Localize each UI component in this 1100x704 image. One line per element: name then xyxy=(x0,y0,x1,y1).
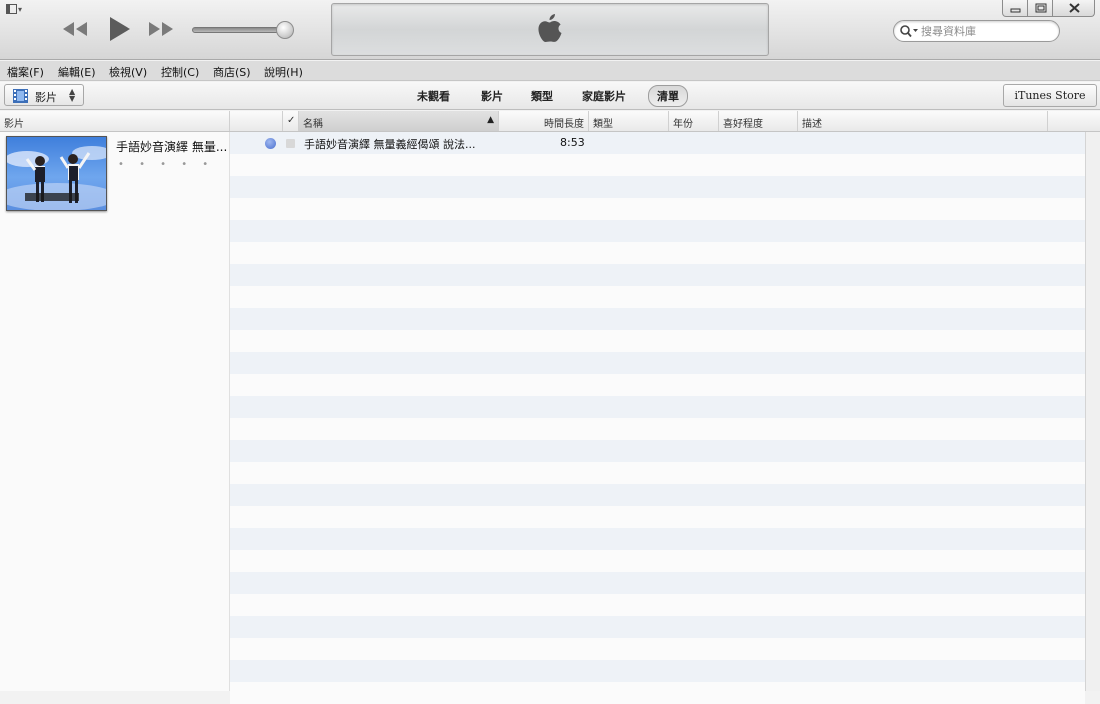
unplayed-dot-icon xyxy=(265,138,276,149)
column-rating[interactable]: 喜好程度 xyxy=(719,111,798,131)
empty-row xyxy=(230,198,1085,220)
empty-row xyxy=(230,660,1085,682)
fast-forward-icon xyxy=(149,22,173,36)
column-status[interactable] xyxy=(230,111,283,131)
empty-row xyxy=(230,286,1085,308)
play-icon xyxy=(110,17,130,41)
minimize-icon xyxy=(1010,8,1021,13)
movie-artwork-panel: 手語妙音演繹 無量... • • • • • xyxy=(0,132,230,691)
rewind-icon xyxy=(63,22,87,36)
search-box[interactable] xyxy=(893,20,1060,42)
menu-bar: 檔案(F) 編輯(E) 檢視(V) 控制(C) 商店(S) 說明(H) xyxy=(0,61,1100,81)
toolbar: ▾ xyxy=(0,0,1100,60)
empty-row xyxy=(230,418,1085,440)
sidebar-toggle-button[interactable]: ▾ xyxy=(6,4,32,18)
close-icon xyxy=(1069,3,1080,13)
library-bar: 影片 ▲ ▼ 未觀看 影片 類型 家庭影片 清單 iTunes Store xyxy=(0,82,1100,110)
movie-title[interactable]: 手語妙音演繹 無量... xyxy=(116,138,227,155)
previous-track-button[interactable] xyxy=(60,14,90,44)
empty-row xyxy=(230,264,1085,286)
itunes-store-button[interactable]: iTunes Store xyxy=(1003,84,1097,107)
tab-home-videos[interactable]: 家庭影片 xyxy=(582,88,626,104)
movie-thumbnail[interactable] xyxy=(6,136,107,211)
empty-row xyxy=(230,352,1085,374)
column-name[interactable]: 名稱 ▲ xyxy=(299,111,499,131)
empty-row xyxy=(230,682,1085,704)
table-row[interactable]: 手語妙音演繹 無量義經偈頌 說法... 8:53 xyxy=(230,132,1085,154)
updown-arrows-icon: ▲ ▼ xyxy=(69,87,76,103)
empty-row xyxy=(230,528,1085,550)
scrollbar[interactable] xyxy=(1085,132,1100,691)
rating-dots[interactable]: • • • • • xyxy=(118,159,214,170)
row-time: 8:53 xyxy=(560,136,585,149)
tab-genres[interactable]: 類型 xyxy=(531,88,553,104)
empty-row xyxy=(230,396,1085,418)
movie-list: 手語妙音演繹 無量義經偈頌 說法... 8:53 xyxy=(230,132,1085,704)
sidebar-icon xyxy=(6,4,17,14)
menu-controls[interactable]: 控制(C) xyxy=(161,64,199,80)
sort-ascending-icon: ▲ xyxy=(487,115,494,125)
library-selector-label: 影片 xyxy=(35,91,57,104)
close-window-button[interactable] xyxy=(1052,0,1095,17)
empty-row xyxy=(230,638,1085,660)
column-time[interactable]: 時間長度 xyxy=(499,111,589,131)
play-button[interactable] xyxy=(104,14,134,44)
tab-unwatched[interactable]: 未觀看 xyxy=(417,88,450,104)
empty-row xyxy=(230,572,1085,594)
next-track-button[interactable] xyxy=(146,14,176,44)
column-name-label: 名稱 xyxy=(303,119,323,130)
column-genre[interactable]: 類型 xyxy=(589,111,669,131)
search-input[interactable] xyxy=(921,23,1055,39)
column-header: 影片 ✓ 名稱 ▲ 時間長度 類型 年份 喜好程度 描述 xyxy=(0,111,1100,132)
empty-row xyxy=(230,550,1085,572)
row-name: 手語妙音演繹 無量義經偈頌 說法... xyxy=(304,138,476,151)
empty-row xyxy=(230,594,1085,616)
empty-row xyxy=(230,154,1085,176)
movie-artwork-image xyxy=(7,146,106,210)
tab-list[interactable]: 清單 xyxy=(648,85,688,107)
menu-store[interactable]: 商店(S) xyxy=(213,64,251,80)
empty-row xyxy=(230,374,1085,396)
film-icon xyxy=(13,89,28,103)
empty-row xyxy=(230,330,1085,352)
chevron-down-icon: ▾ xyxy=(18,4,23,14)
search-icon xyxy=(900,25,918,38)
empty-row xyxy=(230,242,1085,264)
column-left-panel[interactable]: 影片 xyxy=(0,111,230,131)
menu-view[interactable]: 檢視(V) xyxy=(109,64,147,80)
apple-icon xyxy=(536,12,564,46)
empty-row xyxy=(230,308,1085,330)
empty-row xyxy=(230,176,1085,198)
empty-row xyxy=(230,484,1085,506)
empty-row xyxy=(230,506,1085,528)
volume-slider-knob[interactable] xyxy=(276,21,294,39)
menu-file[interactable]: 檔案(F) xyxy=(7,64,44,80)
maximize-window-button[interactable] xyxy=(1027,0,1053,17)
column-description[interactable]: 描述 xyxy=(798,111,1048,131)
restore-icon xyxy=(1035,3,1047,13)
minimize-window-button[interactable] xyxy=(1002,0,1028,17)
column-year[interactable]: 年份 xyxy=(669,111,719,131)
menu-help[interactable]: 說明(H) xyxy=(264,64,303,80)
empty-row xyxy=(230,616,1085,638)
tab-movies[interactable]: 影片 xyxy=(481,88,503,104)
empty-row xyxy=(230,462,1085,484)
column-check[interactable]: ✓ xyxy=(283,111,299,131)
empty-row xyxy=(230,440,1085,462)
library-selector[interactable]: 影片 ▲ ▼ xyxy=(4,84,84,106)
row-checkbox[interactable] xyxy=(286,139,295,148)
empty-row xyxy=(230,220,1085,242)
menu-edit[interactable]: 編輯(E) xyxy=(58,64,96,80)
